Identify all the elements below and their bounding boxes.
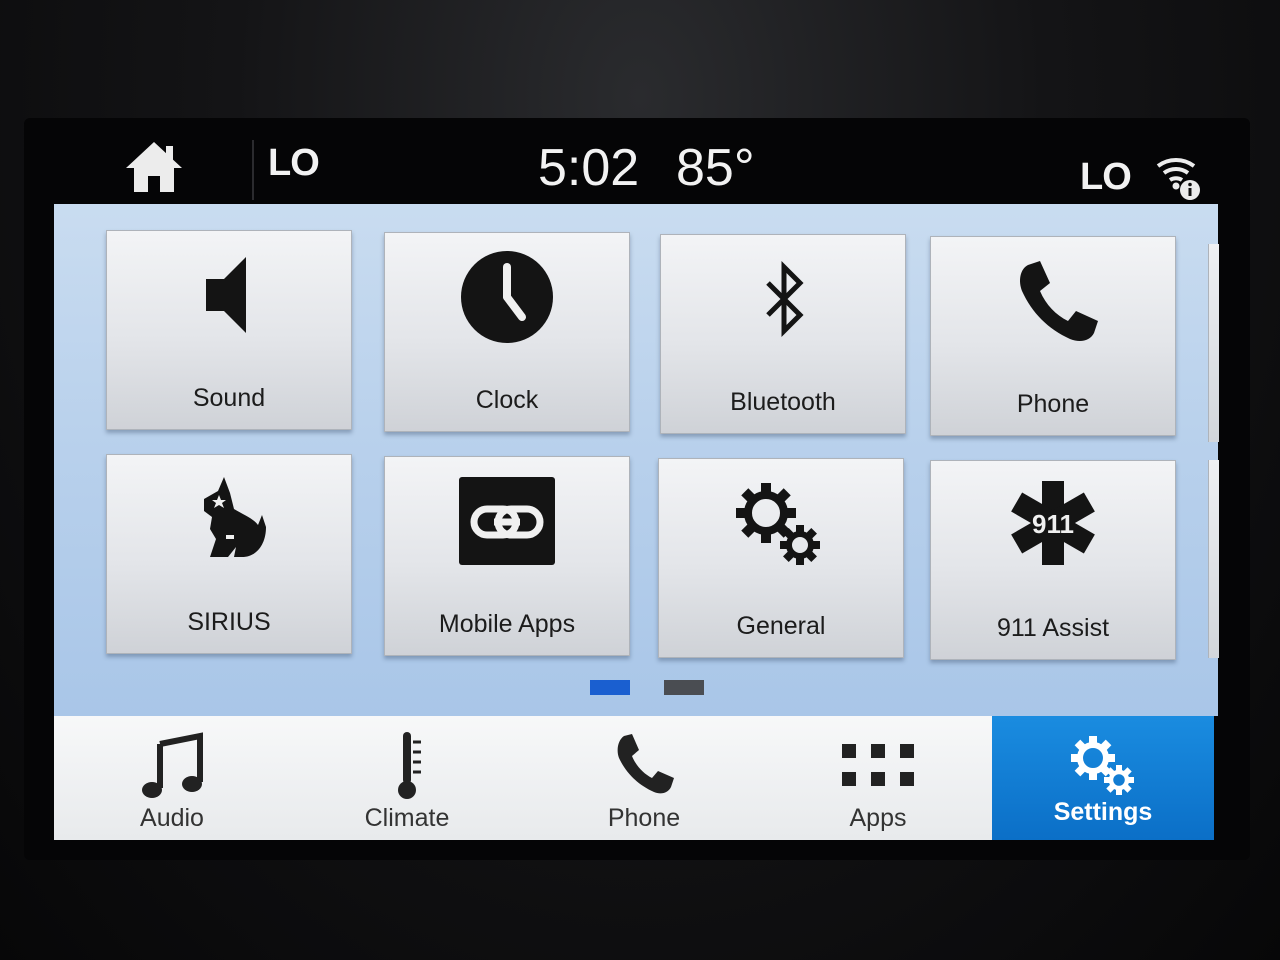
wifi-info-icon — [1156, 158, 1200, 200]
page-indicator-2[interactable] — [664, 680, 704, 695]
tile-sound[interactable]: Sound — [106, 230, 352, 430]
nav-label: Audio — [140, 804, 204, 832]
nav-apps[interactable]: Apps — [764, 716, 992, 840]
driver-temp-setting[interactable]: LO — [268, 142, 320, 185]
star-of-life-911-icon: 911 — [1011, 481, 1095, 565]
link-icon — [459, 477, 555, 565]
gears-icon — [736, 483, 820, 565]
settings-page: Sound Clock Bluetooth Phone SIRIUS Mobil… — [54, 204, 1219, 716]
thermometer-icon — [398, 732, 421, 799]
tile-label: Phone — [1016, 390, 1090, 418]
outside-temperature: 85° — [676, 139, 755, 197]
home-icon — [126, 142, 182, 192]
nav-phone[interactable]: Phone — [524, 716, 764, 840]
passenger-temp-setting[interactable]: LO — [1080, 156, 1132, 199]
tile-general[interactable]: General — [658, 458, 904, 658]
home-button[interactable] — [124, 140, 184, 194]
phone-icon — [617, 734, 674, 794]
speaker-icon — [206, 257, 246, 333]
tile-label: SIRIUS — [187, 608, 271, 636]
tile-label: General — [736, 612, 826, 640]
nav-label: Settings — [1053, 798, 1153, 826]
clock-time: 5:02 — [538, 139, 640, 197]
tile-label: Sound — [192, 384, 266, 412]
next-page-peek — [1208, 460, 1219, 658]
next-page-peek — [1208, 244, 1219, 442]
status-divider — [252, 140, 254, 200]
nav-label: Phone — [607, 804, 681, 832]
nav-audio[interactable]: Audio — [54, 716, 290, 840]
status-bar: LO 5:02 85° LO — [56, 130, 1216, 204]
wifi-status[interactable] — [1154, 152, 1202, 202]
gears-icon — [1071, 736, 1134, 795]
bluetooth-icon — [766, 260, 804, 338]
tile-label: Bluetooth — [730, 388, 836, 416]
bottom-nav: Audio Climate Phone Apps Settings — [54, 716, 1214, 840]
nav-label: Climate — [364, 804, 450, 832]
page-indicator-1[interactable] — [590, 680, 630, 695]
tile-sirius[interactable]: SIRIUS — [106, 454, 352, 654]
tile-bluetooth[interactable]: Bluetooth — [660, 234, 906, 434]
sirius-dog-icon — [204, 477, 266, 557]
music-note-icon — [142, 732, 203, 798]
tile-clock[interactable]: Clock — [384, 232, 630, 432]
grid-icon — [842, 744, 914, 786]
nav-settings[interactable]: Settings — [992, 716, 1214, 840]
tile-mobile-apps[interactable]: Mobile Apps — [384, 456, 630, 656]
nav-climate[interactable]: Climate — [290, 716, 524, 840]
tile-phone[interactable]: Phone — [930, 236, 1176, 436]
tile-911-assist[interactable]: 911 911 Assist — [930, 460, 1176, 660]
nav-label: Apps — [849, 804, 907, 832]
tile-label: Mobile Apps — [438, 610, 576, 638]
svg-text:911: 911 — [1032, 509, 1074, 539]
phone-icon — [1020, 261, 1098, 341]
tile-label: Clock — [475, 386, 539, 414]
clock-icon — [461, 251, 553, 343]
tile-label: 911 Assist — [996, 614, 1110, 642]
